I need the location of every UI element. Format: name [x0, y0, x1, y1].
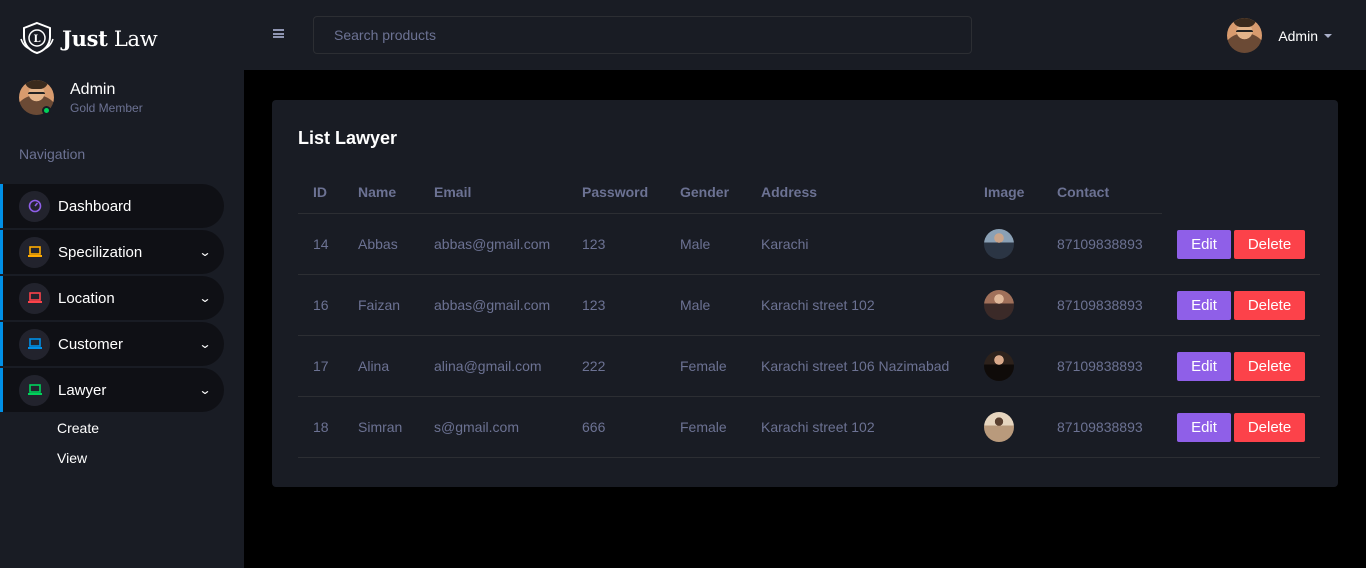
- cell-contact: 87109838893: [1057, 419, 1143, 435]
- cell-id: 18: [313, 419, 329, 435]
- avatar: [1227, 18, 1263, 53]
- cell-address: Karachi street 102: [761, 297, 875, 313]
- brand-name: Just Law: [62, 25, 158, 51]
- sidebar-item-lawyer[interactable]: Lawyer ⌄: [0, 368, 224, 412]
- lawyer-photo: [984, 412, 1014, 442]
- cell-address: Karachi street 106 Nazimabad: [761, 358, 950, 374]
- speedometer-icon: [19, 190, 50, 222]
- caret-down-icon: [1324, 33, 1332, 38]
- cell-contact: 87109838893: [1057, 297, 1143, 313]
- user-name: Admin: [1278, 27, 1318, 44]
- search-input[interactable]: [313, 16, 972, 54]
- table-row: 14 Abbas abbas@gmail.com 123 Male Karach…: [298, 214, 1320, 275]
- column-header-id: ID: [313, 184, 327, 200]
- card-title: List Lawyer: [298, 128, 398, 148]
- delete-button[interactable]: Delete: [1234, 351, 1305, 381]
- cell-gender: Female: [680, 419, 727, 435]
- chevron-down-icon: ⌄: [198, 337, 212, 351]
- sidebar: L Just Law Admin Gold Member Navigation …: [0, 0, 244, 568]
- sidebar-item-specilization[interactable]: Specilization ⌄: [0, 230, 224, 274]
- table-header: ID Name Email Password Gender Address Im…: [298, 170, 1320, 214]
- sidebar-item-dashboard[interactable]: Dashboard: [0, 184, 224, 228]
- cell-address: Karachi street 102: [761, 419, 875, 435]
- edit-button[interactable]: Edit: [1177, 412, 1231, 442]
- cell-id: 16: [313, 297, 329, 313]
- cell-gender: Female: [680, 358, 727, 374]
- cell-name: Faizan: [358, 297, 401, 313]
- laptop-icon: [19, 282, 50, 314]
- lawyer-photo: [984, 351, 1014, 381]
- cell-email: abbas@gmail.com: [434, 236, 551, 252]
- cell-contact: 87109838893: [1057, 358, 1143, 374]
- table-row: 16 Faizan abbas@gmail.com 123 Male Karac…: [298, 275, 1320, 336]
- user-menu[interactable]: Admin: [1227, 18, 1332, 53]
- cell-password: 123: [582, 236, 606, 252]
- laptop-icon: [19, 374, 50, 406]
- edit-button[interactable]: Edit: [1177, 290, 1231, 320]
- cell-id: 14: [313, 236, 329, 252]
- cell-password: 222: [582, 358, 606, 374]
- edit-button[interactable]: Edit: [1177, 229, 1231, 259]
- cell-email: alina@gmail.com: [434, 358, 542, 374]
- column-header-name: Name: [358, 184, 397, 200]
- laptop-icon: [19, 328, 50, 360]
- cell-gender: Male: [680, 297, 711, 313]
- profile-name: Admin: [70, 81, 116, 98]
- table-row: 17 Alina alina@gmail.com 222 Female Kara…: [298, 336, 1320, 397]
- cell-address: Karachi: [761, 236, 809, 252]
- online-status-dot: [42, 106, 51, 115]
- lawyer-photo: [984, 229, 1014, 259]
- column-header-gender: Gender: [680, 184, 730, 200]
- sidebar-item-label: Customer: [58, 335, 124, 353]
- profile-role: Gold Member: [70, 101, 143, 115]
- chevron-down-icon: ⌄: [198, 291, 212, 305]
- column-header-image: Image: [984, 184, 1025, 200]
- delete-button[interactable]: Delete: [1234, 229, 1305, 259]
- sidebar-item-customer[interactable]: Customer ⌄: [0, 322, 224, 366]
- svg-text:L: L: [33, 34, 40, 45]
- cell-id: 17: [313, 358, 329, 374]
- lawyer-list-card: List Lawyer ID Name Email Password Gende…: [272, 100, 1338, 487]
- lawyer-photo: [984, 290, 1014, 320]
- delete-button[interactable]: Delete: [1234, 290, 1305, 320]
- table-row: 18 Simran s@gmail.com 666 Female Karachi…: [298, 397, 1320, 458]
- cell-name: Simran: [358, 419, 403, 435]
- column-header-contact: Contact: [1057, 184, 1110, 200]
- laptop-icon: [19, 236, 50, 268]
- sidebar-item-location[interactable]: Location ⌄: [0, 276, 224, 320]
- menu-toggle-icon[interactable]: [273, 29, 284, 38]
- shield-logo-icon: L: [20, 21, 54, 55]
- cell-name: Abbas: [358, 236, 398, 252]
- sidebar-item-label: Lawyer: [58, 381, 107, 399]
- column-header-address: Address: [761, 184, 818, 200]
- column-header-email: Email: [434, 184, 472, 200]
- sidebar-item-label: Specilization: [58, 243, 143, 261]
- lawyer-table: ID Name Email Password Gender Address Im…: [298, 170, 1320, 458]
- cell-password: 123: [582, 297, 606, 313]
- sidebar-subitem-create[interactable]: Create: [57, 420, 99, 436]
- sidebar-item-label: Dashboard: [58, 197, 132, 215]
- delete-button[interactable]: Delete: [1234, 412, 1305, 442]
- cell-gender: Male: [680, 236, 711, 252]
- edit-button[interactable]: Edit: [1177, 351, 1231, 381]
- column-header-password: Password: [582, 184, 649, 200]
- cell-email: s@gmail.com: [434, 419, 520, 435]
- cell-password: 666: [582, 419, 606, 435]
- chevron-down-icon: ⌄: [198, 383, 212, 397]
- sidebar-subitem-view[interactable]: View: [57, 450, 87, 466]
- nav-caption: Navigation: [19, 146, 86, 162]
- cell-name: Alina: [358, 358, 390, 374]
- chevron-down-icon: ⌄: [198, 245, 212, 259]
- sidebar-profile[interactable]: Admin Gold Member: [19, 80, 143, 115]
- brand[interactable]: L Just Law: [20, 21, 158, 55]
- cell-contact: 87109838893: [1057, 236, 1143, 252]
- cell-email: abbas@gmail.com: [434, 297, 551, 313]
- sidebar-item-label: Location: [58, 289, 115, 307]
- topbar: Admin: [244, 0, 1366, 70]
